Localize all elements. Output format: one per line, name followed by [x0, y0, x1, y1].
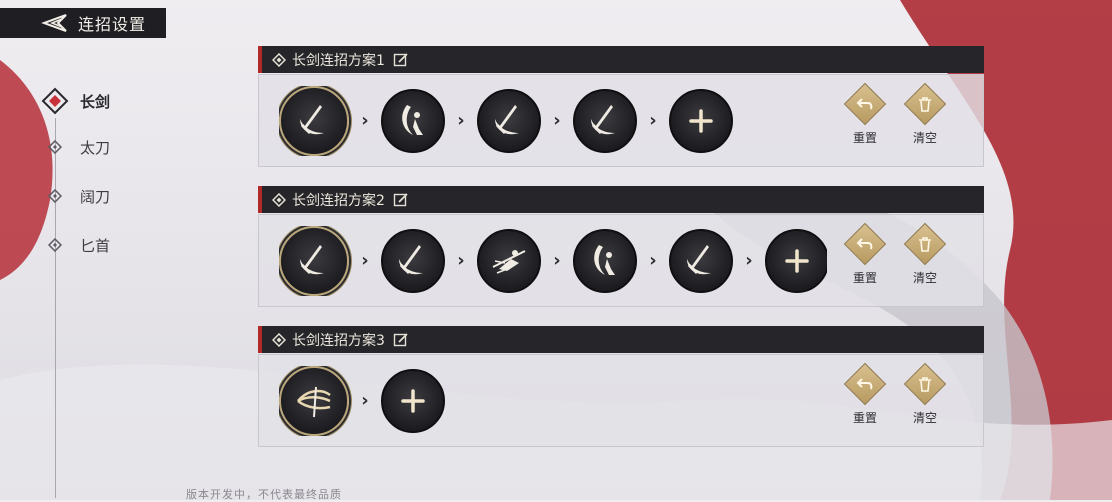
sidebar-item-dagger[interactable]: 匕首 — [40, 230, 110, 260]
chevron-right-icon: › — [457, 250, 465, 271]
edit-icon[interactable] — [393, 192, 409, 208]
trash-icon — [919, 97, 931, 112]
combo-plan-2: 长剑连招方案2 › › › › › 重置 清空 — [258, 186, 984, 307]
add-icon — [401, 388, 425, 413]
reset-label: 重置 — [852, 271, 877, 285]
diamond-icon — [40, 132, 70, 162]
diamond-icon — [272, 192, 286, 207]
diamond-icon — [40, 230, 70, 260]
combo-plan-1: 长剑连招方案1 › › › › 重置 清空 — [258, 46, 984, 167]
sidebar-divider — [55, 118, 56, 498]
chevron-right-icon: › — [553, 110, 561, 131]
chevron-right-icon: › — [361, 110, 369, 131]
plan-body: › › › › 重置 清空 — [258, 74, 984, 167]
sword-flourish-icon[interactable] — [381, 88, 445, 153]
clear-label: 清空 — [912, 411, 937, 425]
chevron-right-icon: › — [649, 250, 657, 271]
sidebar-item-long-sword[interactable]: 长剑 — [40, 86, 110, 116]
plan-header: 长剑连招方案3 — [258, 326, 984, 353]
chevron-right-icon: › — [745, 250, 753, 271]
sword-slash-icon[interactable] — [573, 88, 637, 153]
diamond-icon — [272, 52, 286, 67]
plan-name: 长剑连招方案2 — [292, 192, 385, 209]
clear-label: 清空 — [912, 131, 937, 145]
sidebar-item-label: 阔刀 — [80, 187, 111, 206]
plan-name: 长剑连招方案3 — [292, 332, 385, 349]
sword-slash-icon[interactable] — [381, 228, 445, 293]
dash-strike-icon[interactable] — [477, 228, 541, 293]
edit-icon[interactable] — [393, 52, 409, 68]
undo-icon — [856, 98, 873, 110]
reset-button[interactable]: 重置 — [841, 222, 889, 286]
chevron-right-icon: › — [553, 250, 561, 271]
back-button[interactable] — [36, 8, 72, 38]
plan-name: 长剑连招方案1 — [292, 52, 385, 69]
sword-slash-icon[interactable] — [279, 225, 349, 296]
edit-icon[interactable] — [393, 332, 409, 348]
sword-slash-icon[interactable] — [669, 228, 733, 293]
plan-actions: 重置 清空 — [829, 362, 949, 426]
diamond-icon — [40, 181, 70, 211]
sword-slash-icon[interactable] — [279, 85, 349, 156]
top-bar: 连招设置 — [0, 8, 166, 38]
sidebar-item-label: 太刀 — [80, 138, 111, 157]
plan-body: › 重置 清空 — [258, 354, 984, 447]
clear-button[interactable]: 清空 — [901, 362, 949, 426]
plan-actions: 重置 清空 — [829, 222, 949, 286]
triple-blade-icon[interactable] — [279, 365, 349, 436]
add-skill-button[interactable] — [381, 368, 445, 433]
selected-diamond-icon — [40, 86, 70, 116]
sidebar-item-tachi[interactable]: 太刀 — [40, 132, 110, 162]
plan-body: › › › › › 重置 清空 — [258, 214, 984, 307]
clear-label: 清空 — [912, 271, 937, 285]
plan-header: 长剑连招方案1 — [258, 46, 984, 73]
add-icon — [689, 108, 713, 133]
chevron-right-icon: › — [361, 250, 369, 271]
plan-header: 长剑连招方案2 — [258, 186, 984, 213]
chevron-right-icon: › — [457, 110, 465, 131]
trash-icon — [919, 237, 931, 252]
reset-button[interactable]: 重置 — [841, 82, 889, 146]
reset-button[interactable]: 重置 — [841, 362, 889, 426]
page-title: 连招设置 — [78, 15, 147, 34]
sword-flourish-icon[interactable] — [573, 228, 637, 293]
weapon-sidebar: 长剑 太刀 阔刀 匕首 — [0, 70, 200, 498]
skill-chain: › › › › — [279, 85, 827, 156]
sidebar-item-label: 长剑 — [80, 92, 111, 111]
add-skill-button[interactable] — [669, 88, 733, 153]
chevron-right-icon: › — [649, 110, 657, 131]
back-arrow-icon — [41, 14, 67, 32]
reset-label: 重置 — [852, 411, 877, 425]
combo-plan-3: 长剑连招方案3 › 重置 清空 — [258, 326, 984, 447]
add-skill-button[interactable] — [765, 228, 827, 293]
clear-button[interactable]: 清空 — [901, 82, 949, 146]
sword-slash-icon[interactable] — [477, 88, 541, 153]
undo-icon — [856, 238, 873, 250]
chevron-right-icon: › — [361, 390, 369, 411]
reset-label: 重置 — [852, 131, 877, 145]
trash-icon — [919, 377, 931, 392]
clear-button[interactable]: 清空 — [901, 222, 949, 286]
sidebar-item-broadsword[interactable]: 阔刀 — [40, 181, 110, 211]
plan-actions: 重置 清空 — [829, 82, 949, 146]
skill-chain: › › › › › — [279, 225, 827, 296]
add-icon — [785, 248, 809, 273]
undo-icon — [856, 378, 873, 390]
diamond-icon — [272, 332, 286, 347]
sidebar-item-label: 匕首 — [80, 236, 111, 255]
skill-chain: › — [279, 365, 827, 436]
